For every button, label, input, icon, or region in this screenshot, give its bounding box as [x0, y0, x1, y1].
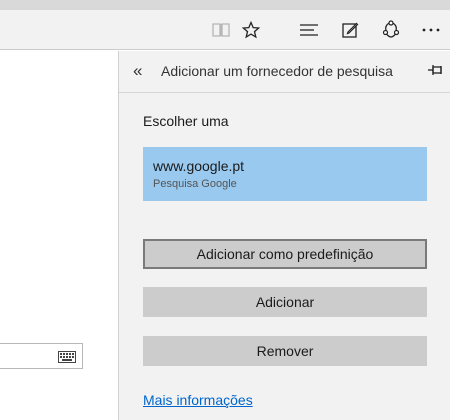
browser-toolbar	[0, 10, 450, 50]
remove-button[interactable]: Remover	[143, 336, 427, 366]
set-default-button[interactable]: Adicionar como predefinição	[143, 239, 427, 269]
back-chevron-icon[interactable]: «	[133, 62, 149, 80]
add-button[interactable]: Adicionar	[143, 287, 427, 317]
share-icon[interactable]	[376, 10, 406, 50]
search-provider-item[interactable]: www.google.pt Pesquisa Google	[143, 147, 427, 201]
reading-view-icon[interactable]	[206, 10, 236, 50]
provider-url: www.google.pt	[153, 158, 245, 174]
keyboard-icon[interactable]	[58, 350, 76, 368]
choose-label: Escolher uma	[143, 113, 229, 129]
panel-title: Adicionar um fornecedor de pesquisa	[161, 63, 393, 79]
web-note-icon[interactable]	[335, 10, 365, 50]
tab-strip	[0, 0, 450, 10]
page-search-input[interactable]	[0, 343, 83, 369]
pin-icon[interactable]	[427, 63, 443, 81]
more-info-link[interactable]: Mais informações	[143, 392, 253, 408]
search-provider-panel: « Adicionar um fornecedor de pesquisa Es…	[118, 51, 450, 420]
provider-description: Pesquisa Google	[153, 178, 237, 190]
hub-icon[interactable]	[294, 10, 324, 50]
panel-header: « Adicionar um fornecedor de pesquisa	[119, 51, 450, 93]
more-icon[interactable]	[416, 10, 446, 50]
favorite-star-icon[interactable]	[236, 10, 266, 50]
